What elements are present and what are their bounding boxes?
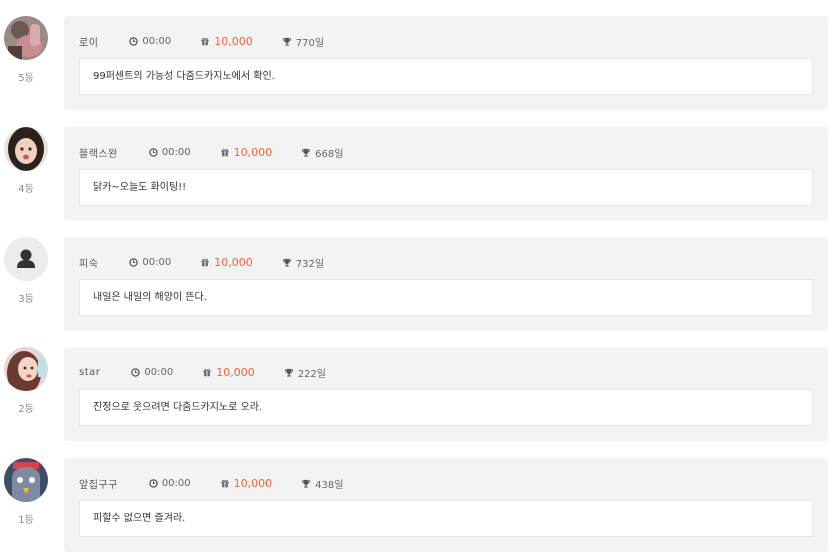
days-value: 222일 bbox=[297, 368, 326, 380]
entry-meta: 앞집구구 00:00 10,000 438일 bbox=[79, 476, 343, 491]
avatar[interactable] bbox=[4, 127, 48, 171]
ranking-entry: 2등 star 00:00 10,000 222일 진정으로 웃으려면 다줌드카… bbox=[0, 331, 835, 441]
entry-meta: 로이 00:00 10,000 770일 bbox=[79, 34, 324, 49]
time-value: 00:00 bbox=[161, 477, 191, 489]
money-info: 10,000 bbox=[220, 476, 273, 490]
gift-icon bbox=[203, 368, 211, 376]
money-value: 10,000 bbox=[233, 145, 273, 159]
money-info: 10,000 bbox=[220, 145, 273, 159]
gift-icon bbox=[201, 37, 209, 45]
rank-label: 2등 bbox=[18, 404, 34, 415]
trophy-icon bbox=[302, 479, 311, 488]
time-info: 00:00 bbox=[129, 257, 171, 268]
trophy-icon bbox=[282, 258, 291, 267]
money-value: 10,000 bbox=[216, 365, 255, 379]
money-value: 10,000 bbox=[214, 255, 253, 269]
entry-meta: 블랙스완 00:00 10,000 668일 bbox=[79, 145, 343, 160]
username[interactable]: 앞집구구 bbox=[79, 476, 118, 491]
days-info: 770일 bbox=[282, 34, 324, 49]
comment-message: 진정으로 웃으려면 다줌드카지노로 오라. bbox=[79, 389, 813, 426]
avatar-column: 5등 bbox=[3, 16, 49, 84]
money-info: 10,000 bbox=[202, 366, 255, 379]
ranking-entry: 5등 로이 00:00 10,000 770일 99퍼센트의 가능성 다줌드카지… bbox=[0, 0, 835, 110]
days-info: 732일 bbox=[282, 255, 324, 270]
ranking-entry: 3등 피숙 00:00 10,000 732일 내일은 내일의 해양이 뜬다. bbox=[0, 221, 835, 331]
comment-card: 블랙스완 00:00 10,000 668일 닭카~오늘도 화이팅!! bbox=[64, 127, 828, 221]
rank-label: 3등 bbox=[18, 294, 34, 305]
comment-card: 로이 00:00 10,000 770일 99퍼센트의 가능성 다줌드카지노에서… bbox=[64, 16, 828, 110]
clock-icon bbox=[149, 478, 158, 488]
time-info: 00:00 bbox=[149, 478, 191, 489]
avatar[interactable] bbox=[4, 16, 48, 60]
money-info: 10,000 bbox=[200, 35, 253, 48]
comment-card: star 00:00 10,000 222일 진정으로 웃으려면 다줌드카지노로… bbox=[64, 347, 828, 441]
rank-label: 4등 bbox=[18, 184, 34, 195]
ranking-entry: 1등 앞집구구 00:00 10,000 438일 피할수 없으면 즐겨라. bbox=[0, 442, 835, 552]
time-value: 00:00 bbox=[144, 366, 174, 378]
avatar[interactable] bbox=[4, 458, 48, 502]
ranking-entry: 4등 블랙스완 00:00 10,000 668일 닭카~오늘도 화이팅!! bbox=[0, 111, 835, 221]
avatar[interactable] bbox=[4, 237, 48, 281]
trophy-icon bbox=[284, 368, 293, 377]
avatar[interactable] bbox=[4, 347, 48, 391]
trophy-icon bbox=[302, 148, 311, 157]
comment-message: 피할수 없으면 즐겨라. bbox=[79, 500, 813, 537]
user-silhouette-icon bbox=[4, 237, 48, 281]
comment-card: 앞집구구 00:00 10,000 438일 피할수 없으면 즐겨라. bbox=[64, 458, 828, 552]
avatar-column: 3등 bbox=[3, 237, 49, 305]
clock-icon bbox=[131, 367, 141, 377]
rank-label: 1등 bbox=[18, 515, 34, 526]
days-info: 668일 bbox=[301, 145, 343, 160]
money-value: 10,000 bbox=[214, 34, 253, 48]
time-value: 00:00 bbox=[142, 35, 172, 47]
comment-message: 99퍼센트의 가능성 다줌드카지노에서 확인. bbox=[79, 58, 813, 95]
clock-icon bbox=[129, 36, 139, 46]
gift-icon bbox=[221, 479, 229, 487]
money-value: 10,000 bbox=[233, 476, 273, 490]
days-info: 222일 bbox=[284, 365, 326, 380]
clock-icon bbox=[129, 257, 139, 267]
trophy-icon bbox=[282, 37, 291, 46]
comment-card: 피숙 00:00 10,000 732일 내일은 내일의 해양이 뜬다. bbox=[64, 237, 828, 331]
time-info: 00:00 bbox=[131, 367, 173, 378]
time-value: 00:00 bbox=[161, 146, 191, 158]
comment-message: 닭카~오늘도 화이팅!! bbox=[79, 169, 813, 206]
time-value: 00:00 bbox=[142, 256, 172, 268]
username[interactable]: 피숙 bbox=[79, 255, 98, 270]
comment-message: 내일은 내일의 해양이 뜬다. bbox=[79, 279, 813, 316]
days-value: 438일 bbox=[315, 479, 344, 491]
username[interactable]: star bbox=[79, 367, 100, 378]
time-info: 00:00 bbox=[129, 36, 171, 47]
avatar-column: 1등 bbox=[3, 458, 49, 526]
username[interactable]: 로이 bbox=[79, 34, 98, 49]
entry-meta: 피숙 00:00 10,000 732일 bbox=[79, 255, 324, 270]
username[interactable]: 블랙스완 bbox=[79, 145, 118, 160]
time-info: 00:00 bbox=[149, 147, 191, 158]
gift-icon bbox=[221, 148, 229, 156]
clock-icon bbox=[149, 147, 158, 157]
entry-meta: star 00:00 10,000 222일 bbox=[79, 365, 326, 380]
days-value: 732일 bbox=[295, 258, 325, 270]
days-value: 668일 bbox=[315, 148, 344, 160]
days-value: 770일 bbox=[295, 37, 325, 49]
money-info: 10,000 bbox=[200, 256, 253, 269]
rank-label: 5등 bbox=[18, 73, 34, 84]
avatar-column: 2등 bbox=[3, 347, 49, 415]
days-info: 438일 bbox=[301, 476, 343, 491]
avatar-column: 4등 bbox=[3, 127, 49, 195]
gift-icon bbox=[201, 258, 209, 266]
